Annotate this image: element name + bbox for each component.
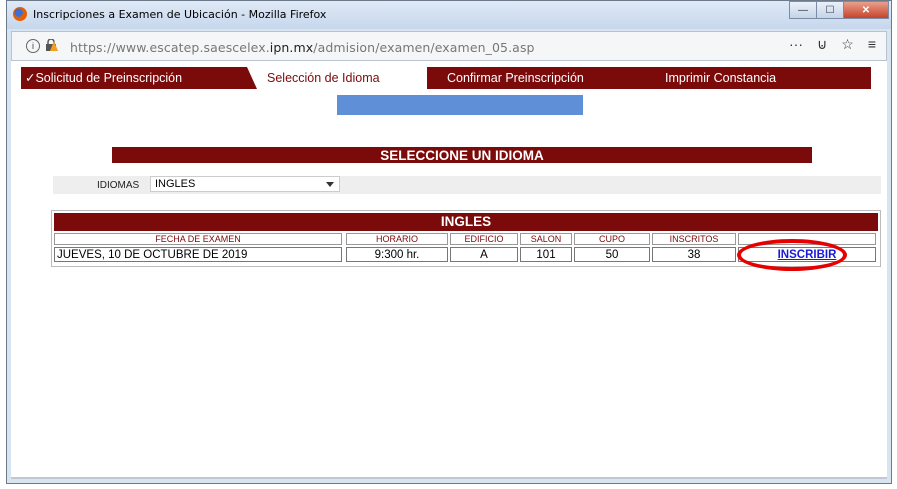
section-title: SELECCIONE UN IDIOMA	[112, 147, 812, 163]
step-tabs: ✓Solicitud de Preinscripción Selección d…	[21, 67, 871, 89]
url-prefix: https://www.escatep.saescelex.	[70, 40, 270, 55]
cell-salon: 101	[520, 247, 572, 262]
header-inscritos: INSCRITOS	[652, 233, 736, 245]
browser-window: Inscripciones a Examen de Ubicación - Mo…	[6, 0, 892, 484]
title-bar: Inscripciones a Examen de Ubicación - Mo…	[7, 1, 891, 29]
tab-imprimir[interactable]: Imprimir Constancia	[665, 67, 845, 89]
chevron-down-icon	[326, 182, 334, 187]
window-bottom-border	[11, 477, 887, 479]
header-horario: HORARIO	[346, 233, 448, 245]
page-content: ✓Solicitud de Preinscripción Selección d…	[11, 61, 887, 479]
idioma-select[interactable]: INGLES	[150, 176, 340, 192]
cell-inscritos: 38	[652, 247, 736, 262]
url-path: /admision/examen/examen_05.asp	[313, 40, 535, 55]
idiomas-row: IDIOMAS INGLES	[53, 176, 881, 194]
url-domain: ipn.mx	[269, 40, 314, 55]
idioma-selected-value: INGLES	[155, 178, 196, 190]
info-icon[interactable]: i	[26, 39, 40, 53]
window-title: Inscripciones a Examen de Ubicación - Mo…	[33, 8, 327, 21]
highlight-ellipse	[737, 239, 847, 271]
tab-confirmar[interactable]: Confirmar Preinscripción	[447, 67, 631, 89]
tab-separator	[247, 67, 257, 89]
header-fecha: FECHA DE EXAMEN	[54, 233, 342, 245]
lock-icon[interactable]	[44, 39, 58, 51]
cell-horario: 9:300 hr.	[346, 247, 448, 262]
navigation-bar: i https://www.escatep.saescelex.ipn.mx/a…	[11, 31, 887, 61]
star-icon[interactable]: ☆	[841, 36, 854, 53]
idiomas-label: IDIOMAS	[97, 180, 140, 191]
close-button[interactable]: ✕	[843, 1, 889, 19]
cell-edificio: A	[450, 247, 518, 262]
address-bar[interactable]: i https://www.escatep.saescelex.ipn.mx/a…	[22, 34, 857, 58]
header-salon: SALON	[520, 233, 572, 245]
url-text[interactable]: https://www.escatep.saescelex.ipn.mx/adm…	[70, 40, 535, 55]
cell-cupo: 50	[574, 247, 650, 262]
cell-fecha: JUEVES, 10 DE OCTUBRE DE 2019	[54, 247, 342, 262]
menu-icon[interactable]: ≡	[868, 36, 876, 53]
tab-solicitud[interactable]: ✓Solicitud de Preinscripción	[21, 67, 251, 89]
maximize-button[interactable]: ☐	[816, 1, 844, 19]
firefox-logo-icon	[13, 7, 27, 21]
pocket-icon[interactable]: ⊍	[817, 36, 827, 53]
minimize-button[interactable]: —	[789, 1, 817, 19]
table-title: INGLES	[54, 213, 878, 231]
header-cupo: CUPO	[574, 233, 650, 245]
more-icon[interactable]: ···	[789, 36, 803, 53]
header-banner	[337, 95, 583, 115]
window-controls: — ☐ ✕	[789, 1, 889, 21]
screenshot-frame: Inscripciones a Examen de Ubicación - Mo…	[0, 0, 897, 489]
header-edificio: EDIFICIO	[450, 233, 518, 245]
tab-seleccion-idioma[interactable]: Selección de Idioma	[257, 67, 427, 89]
toolbar-icons: ··· ⊍ ☆ ≡	[789, 36, 876, 53]
